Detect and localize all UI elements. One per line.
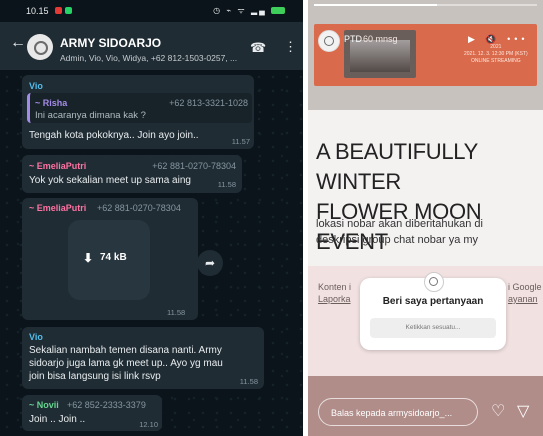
forward-icon[interactable]: ➦ bbox=[197, 250, 223, 276]
message-sender: Vio bbox=[29, 332, 43, 342]
underlying-link[interactable]: Laporka bbox=[318, 294, 351, 304]
message-bubble[interactable]: ~ EmeliaPutri +62 881-0270-78304 Yok yok… bbox=[22, 155, 242, 193]
status-time: 10.15 bbox=[26, 6, 49, 16]
message-sender: ~ EmeliaPutri bbox=[29, 203, 87, 213]
send-icon[interactable]: ▽ bbox=[517, 401, 529, 421]
message-bubble[interactable]: Vio Sekalian nambah temen disana nanti. … bbox=[22, 327, 264, 389]
banner-caption: 2021 2021. 12. 3. 12:30 PM (KST) ONLINE … bbox=[464, 44, 528, 64]
story-avatar[interactable] bbox=[318, 30, 340, 52]
story-time: 60 mnsg bbox=[363, 34, 398, 44]
sender-phone: +62 852-2333-3379 bbox=[67, 400, 146, 410]
message-text-line: join bisa langsung isi link rsvp bbox=[29, 371, 161, 382]
message-time: 12.10 bbox=[139, 420, 158, 429]
profile-icon bbox=[424, 272, 444, 292]
message-sender: ~ EmeliaPutri bbox=[29, 161, 87, 171]
system-icons: ◷ ⌁ ᯤ ▂▄ bbox=[213, 5, 285, 16]
file-size: 74 kB bbox=[100, 252, 127, 263]
story-controls[interactable]: ▶ 🔇 ••• bbox=[468, 34, 529, 45]
question-input[interactable]: Ketikkan sesuatu... bbox=[370, 318, 496, 338]
message-text: Tengah kota pokoknya.. Join ayo join.. bbox=[29, 130, 199, 141]
notification-dot-icon bbox=[55, 7, 62, 14]
quote-phone: +62 813-3321-1028 bbox=[169, 98, 248, 108]
message-time: 11.58 bbox=[167, 308, 186, 317]
add-call-icon[interactable]: ☎ bbox=[250, 40, 266, 56]
group-name[interactable]: ARMY SIDOARJO bbox=[60, 36, 161, 50]
underlying-text: Konten i bbox=[318, 282, 352, 292]
story-username[interactable]: PTD bbox=[344, 34, 362, 44]
question-sticker[interactable]: Beri saya pertanyaan Ketikkan sesuatu... bbox=[360, 272, 506, 350]
underlying-text: i Google bbox=[508, 282, 542, 292]
question-title: Beri saya pertanyaan bbox=[382, 296, 484, 307]
message-text: Join .. Join .. bbox=[29, 414, 86, 425]
message-sender: Vio bbox=[29, 81, 43, 91]
message-text: Yok yok sekalian meet up sama aing bbox=[29, 175, 191, 186]
quote-text: Ini acaranya dimana kak ? bbox=[35, 110, 146, 121]
message-text-line: sidoarjo juga lama gk meet up.. Ayo yg m… bbox=[29, 358, 223, 369]
message-bubble[interactable]: ~ Novii +62 852-2333-3379 Join .. Join .… bbox=[22, 395, 162, 431]
message-sender: ~ Novii bbox=[29, 400, 59, 410]
status-bar: 10.15 ◷ ⌁ ᯤ ▂▄ bbox=[0, 0, 303, 22]
whatsapp-notification-icon bbox=[65, 7, 72, 14]
back-arrow-icon[interactable]: ← bbox=[10, 34, 26, 52]
message-time: 11.58 bbox=[217, 180, 236, 189]
sender-phone: +62 881-0270-78304 bbox=[97, 203, 181, 213]
story-progress-bar bbox=[314, 4, 537, 6]
underlying-link[interactable]: ayanan bbox=[508, 294, 538, 304]
story-description: lokasi nobar akan diberitahukan di deskr… bbox=[316, 218, 483, 246]
battery-icon bbox=[271, 7, 285, 15]
file-attachment[interactable]: ⬇ 74 kB bbox=[68, 220, 150, 300]
reply-input[interactable]: Balas kepada armysidoarjo_... bbox=[318, 398, 478, 426]
quote-sender: ~ Risha bbox=[35, 98, 68, 108]
quoted-message[interactable]: ~ Risha +62 813-3321-1028 Ini acaranya d… bbox=[27, 93, 252, 123]
group-avatar[interactable] bbox=[27, 34, 53, 60]
group-members[interactable]: Admin, Vio, Vio, Widya, +62 812-1503-025… bbox=[60, 53, 245, 63]
story-banner: 2021 2021. 12. 3. 12:30 PM (KST) ONLINE … bbox=[308, 0, 543, 110]
message-text-line: Sekalian nambah temen disana nanti. Army bbox=[29, 345, 222, 356]
instagram-story-screen: 2021 2021. 12. 3. 12:30 PM (KST) ONLINE … bbox=[308, 0, 543, 436]
whatsapp-chat-screen: 10.15 ◷ ⌁ ᯤ ▂▄ ← ARMY SIDOARJO Admin, Vi… bbox=[0, 0, 303, 436]
sender-phone: +62 881-0270-78304 bbox=[152, 161, 236, 171]
download-icon[interactable]: ⬇ bbox=[83, 251, 93, 265]
message-time: 11.57 bbox=[231, 137, 250, 146]
message-time: 11.58 bbox=[239, 377, 258, 386]
chat-header: ← ARMY SIDOARJO Admin, Vio, Vio, Widya, … bbox=[0, 22, 303, 70]
menu-icon[interactable]: ⋮ bbox=[284, 39, 297, 55]
message-bubble[interactable]: Vio ~ Risha +62 813-3321-1028 Ini acaran… bbox=[22, 75, 254, 149]
heart-icon[interactable]: ♡ bbox=[491, 401, 505, 421]
